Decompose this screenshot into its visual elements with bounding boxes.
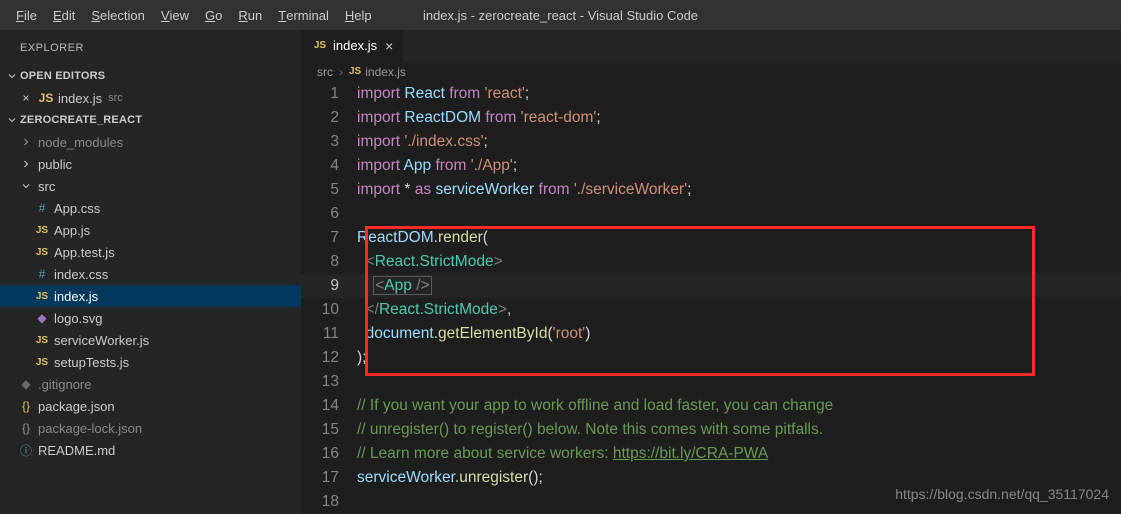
code-line[interactable]: 2import ReactDOM from 'react-dom';	[301, 106, 1121, 130]
file-package-lock-json[interactable]: {}package-lock.json	[0, 417, 301, 439]
menu-go[interactable]: Go	[197, 0, 230, 30]
file-App-css[interactable]: #App.css	[0, 197, 301, 219]
file--gitignore[interactable]: ◆.gitignore	[0, 373, 301, 395]
breadcrumb-folder[interactable]: src	[317, 65, 333, 79]
code-line[interactable]: 5import * as serviceWorker from './servi…	[301, 178, 1121, 202]
file-index-css[interactable]: #index.css	[0, 263, 301, 285]
js-icon: JS	[32, 357, 52, 368]
json-icon: {}	[16, 421, 36, 435]
file-logo-svg[interactable]: ◆logo.svg	[0, 307, 301, 329]
js-icon: JS	[32, 225, 52, 236]
editor-area: JS index.js × src › JS index.js 1import …	[301, 30, 1121, 514]
info-icon: ⓘ	[16, 442, 36, 459]
open-editor-item[interactable]: ×JSindex.jssrc	[0, 87, 301, 109]
tab-label: index.js	[333, 38, 377, 53]
chevron-down-icon	[16, 180, 36, 192]
chevron-down-icon	[4, 114, 20, 126]
js-icon: JS	[32, 247, 52, 258]
git-icon: ◆	[16, 377, 36, 391]
code-line[interactable]: 15// unregister() to register() below. N…	[301, 418, 1121, 442]
menu-file[interactable]: File	[8, 0, 45, 30]
breadcrumb-file[interactable]: index.js	[365, 65, 406, 79]
folder-node_modules[interactable]: node_modules	[0, 131, 301, 153]
chevron-right-icon	[16, 136, 36, 148]
menu-help[interactable]: Help	[337, 0, 380, 30]
js-icon: JS	[32, 335, 52, 346]
code-line[interactable]: 16// Learn more about service workers: h…	[301, 442, 1121, 466]
menu-view[interactable]: View	[153, 0, 197, 30]
menu-selection[interactable]: Selection	[83, 0, 152, 30]
file-App-js[interactable]: JSApp.js	[0, 219, 301, 241]
tab-index-js[interactable]: JS index.js ×	[301, 30, 404, 62]
file-README-md[interactable]: ⓘREADME.md	[0, 439, 301, 461]
css-icon: #	[32, 267, 52, 281]
menubar: FileEditSelectionViewGoRunTerminalHelp i…	[0, 0, 1121, 30]
watermark: https://blog.csdn.net/qq_35117024	[895, 482, 1109, 506]
explorer-sidebar: EXPLORER OPEN EDITORS ×JSindex.jssrc ZER…	[0, 30, 301, 514]
code-editor[interactable]: 1import React from 'react';2import React…	[301, 82, 1121, 514]
open-editors-header[interactable]: OPEN EDITORS	[0, 65, 301, 87]
folder-public[interactable]: public	[0, 153, 301, 175]
code-line[interactable]: 8 <React.StrictMode>	[301, 250, 1121, 274]
js-icon: JS	[311, 40, 329, 51]
menu-run[interactable]: Run	[230, 0, 270, 30]
code-line[interactable]: 9 <App />	[301, 274, 1121, 298]
close-icon[interactable]: ×	[385, 38, 393, 54]
file-serviceWorker-js[interactable]: JSserviceWorker.js	[0, 329, 301, 351]
breadcrumb[interactable]: src › JS index.js	[301, 62, 1121, 82]
file-setupTests-js[interactable]: JSsetupTests.js	[0, 351, 301, 373]
tab-bar: JS index.js ×	[301, 30, 1121, 62]
code-line[interactable]: 10 </React.StrictMode>,	[301, 298, 1121, 322]
close-icon[interactable]: ×	[16, 91, 36, 105]
code-line[interactable]: 11 document.getElementById('root')	[301, 322, 1121, 346]
file-App-test-js[interactable]: JSApp.test.js	[0, 241, 301, 263]
code-line[interactable]: 1import React from 'react';	[301, 82, 1121, 106]
chevron-right-icon	[16, 158, 36, 170]
css-icon: #	[32, 201, 52, 215]
file-index-js[interactable]: JSindex.js	[0, 285, 301, 307]
menu-edit[interactable]: Edit	[45, 0, 83, 30]
code-line[interactable]: 14// If you want your app to work offlin…	[301, 394, 1121, 418]
json-icon: {}	[16, 399, 36, 413]
js-icon: JS	[32, 291, 52, 302]
project-header[interactable]: ZEROCREATE_REACT	[0, 109, 301, 131]
file-package-json[interactable]: {}package.json	[0, 395, 301, 417]
code-line[interactable]: 6	[301, 202, 1121, 226]
explorer-title: EXPLORER	[0, 30, 301, 65]
chevron-down-icon	[4, 70, 20, 82]
code-line[interactable]: 3import './index.css';	[301, 130, 1121, 154]
code-line[interactable]: 7ReactDOM.render(	[301, 226, 1121, 250]
svg-icon: ◆	[32, 311, 52, 325]
code-line[interactable]: 4import App from './App';	[301, 154, 1121, 178]
chevron-right-icon: ›	[339, 65, 343, 79]
folder-src[interactable]: src	[0, 175, 301, 197]
code-line[interactable]: 12);	[301, 346, 1121, 370]
menu-terminal[interactable]: Terminal	[270, 0, 337, 30]
js-icon: JS	[349, 66, 361, 77]
code-line[interactable]: 13	[301, 370, 1121, 394]
js-icon: JS	[36, 91, 56, 105]
